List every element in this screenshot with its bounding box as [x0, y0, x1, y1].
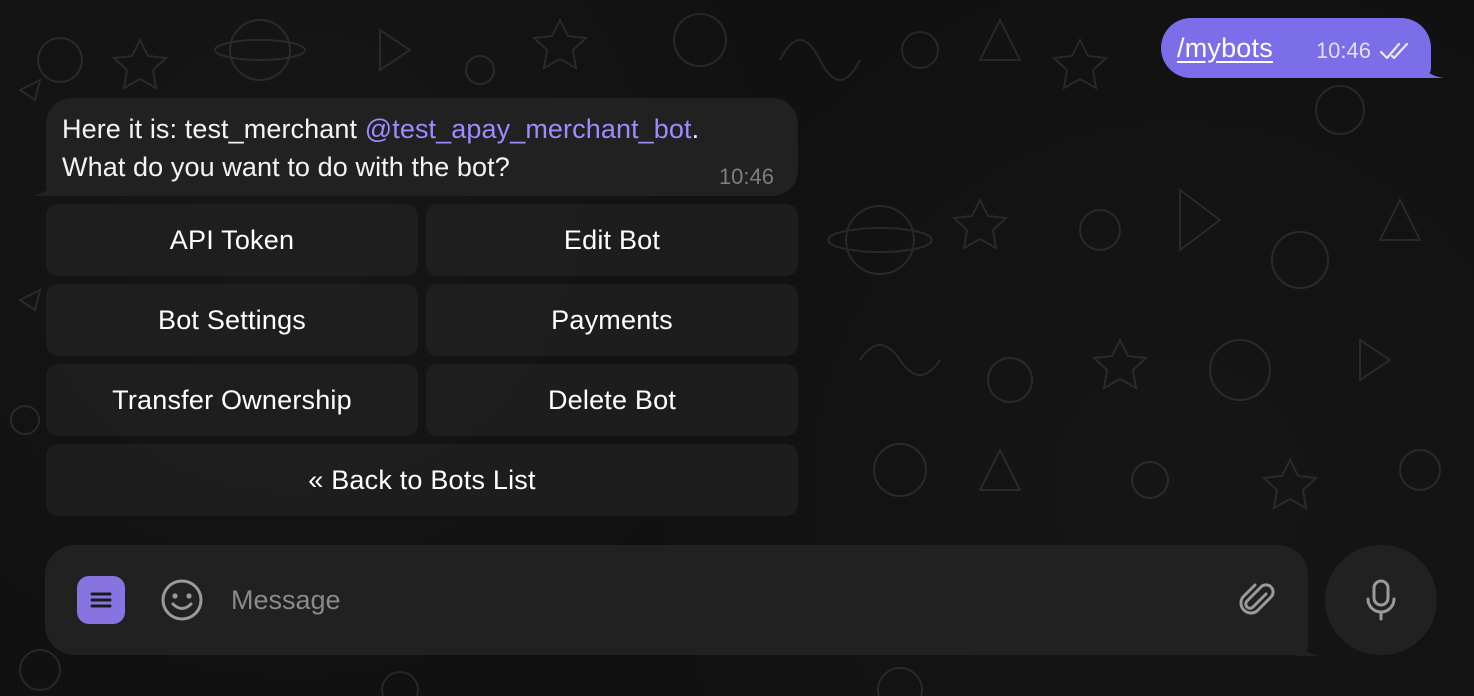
keyboard-row: Transfer Ownership Delete Bot	[46, 364, 798, 436]
keyboard-row: API Token Edit Bot	[46, 204, 798, 276]
keyboard-row: « Back to Bots List	[46, 444, 798, 516]
smiley-icon	[161, 579, 203, 621]
message-time: 10:46	[718, 164, 774, 189]
chat-area: /mybots 10:46 Here it is: test_merchant …	[0, 0, 1474, 696]
api-token-button[interactable]: API Token	[46, 204, 418, 276]
edit-bot-button[interactable]: Edit Bot	[426, 204, 798, 276]
transfer-ownership-button[interactable]: Transfer Ownership	[46, 364, 418, 436]
back-to-bots-list-button[interactable]: « Back to Bots List	[46, 444, 798, 516]
emoji-button[interactable]	[159, 577, 205, 623]
keyboard-row: Bot Settings Payments	[46, 284, 798, 356]
message-time: 10:46	[1315, 38, 1371, 63]
bot-mention-link[interactable]: @test_apay_merchant_bot	[365, 114, 692, 144]
bot-menu-button[interactable]	[77, 576, 125, 624]
message-text-suffix: .	[691, 114, 700, 144]
message-line-1: Here it is: test_merchant @test_apay_mer…	[62, 110, 782, 148]
menu-icon	[90, 592, 112, 608]
paperclip-icon	[1239, 583, 1275, 615]
voice-message-button[interactable]	[1325, 545, 1437, 655]
message-meta: 10:46	[1316, 32, 1413, 64]
message-input[interactable]	[231, 575, 1236, 625]
bot-settings-button[interactable]: Bot Settings	[46, 284, 418, 356]
attach-button[interactable]	[1236, 578, 1280, 622]
composer-tail	[1296, 634, 1322, 656]
inline-keyboard: API Token Edit Bot Bot Settings Payments…	[46, 204, 798, 524]
message-line-2: What do you want to do with the bot?	[62, 152, 510, 182]
bubble-tail	[30, 176, 54, 196]
message-composer	[45, 545, 1308, 655]
double-check-icon	[1379, 42, 1409, 60]
payments-button[interactable]: Payments	[426, 284, 798, 356]
command-link[interactable]: /mybots	[1177, 33, 1273, 64]
bubble-tail	[1420, 58, 1444, 78]
incoming-message: Here it is: test_merchant @test_apay_mer…	[46, 98, 798, 196]
delete-bot-button[interactable]: Delete Bot	[426, 364, 798, 436]
message-text-prefix: Here it is: test_merchant	[62, 114, 365, 144]
microphone-icon	[1366, 579, 1396, 621]
outgoing-message[interactable]: /mybots 10:46	[1161, 18, 1431, 78]
